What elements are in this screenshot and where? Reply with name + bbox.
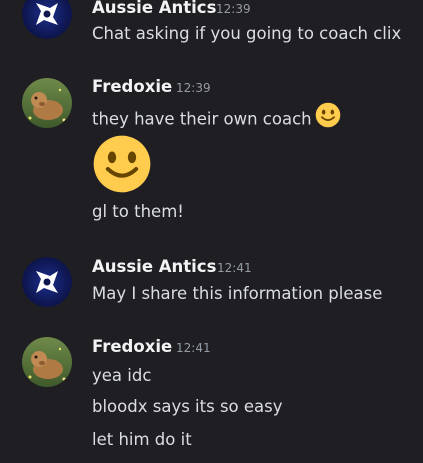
avatar[interactable] <box>22 257 72 307</box>
jumbo-emoji[interactable] <box>92 134 152 198</box>
message-timestamp: 12:39 <box>176 81 211 95</box>
message-timestamp: 12:39 <box>216 2 251 16</box>
shuriken-logo-icon <box>22 0 72 39</box>
slightly-smiling-face-emoji[interactable] <box>315 102 341 134</box>
message-text: Chat asking if you going to coach clix <box>92 24 402 43</box>
username[interactable]: Fredoxie <box>92 337 172 357</box>
message-text: bloodx says its so easy <box>92 397 283 416</box>
message-text-content: they have their own coach <box>92 109 312 129</box>
username[interactable]: Aussie Antics <box>92 257 216 277</box>
avatar[interactable] <box>22 0 72 39</box>
message-text: they have their own coach <box>92 102 341 136</box>
message-text: yea idc <box>92 366 152 385</box>
message-timestamp: 12:41 <box>176 341 211 355</box>
dog-photo-avatar <box>22 78 72 128</box>
slightly-smiling-face-emoji <box>93 135 151 193</box>
message-text: May I share this information please <box>92 284 383 303</box>
shuriken-logo-icon <box>22 257 72 307</box>
avatar[interactable] <box>22 78 72 128</box>
message-timestamp: 12:41 <box>217 261 252 275</box>
dog-photo-avatar <box>22 337 72 387</box>
username[interactable]: Aussie Antics <box>92 0 216 18</box>
username[interactable]: Fredoxie <box>92 77 172 97</box>
avatar[interactable] <box>22 337 72 387</box>
message-text: let him do it <box>92 430 192 449</box>
message-text: gl to them! <box>92 202 184 221</box>
